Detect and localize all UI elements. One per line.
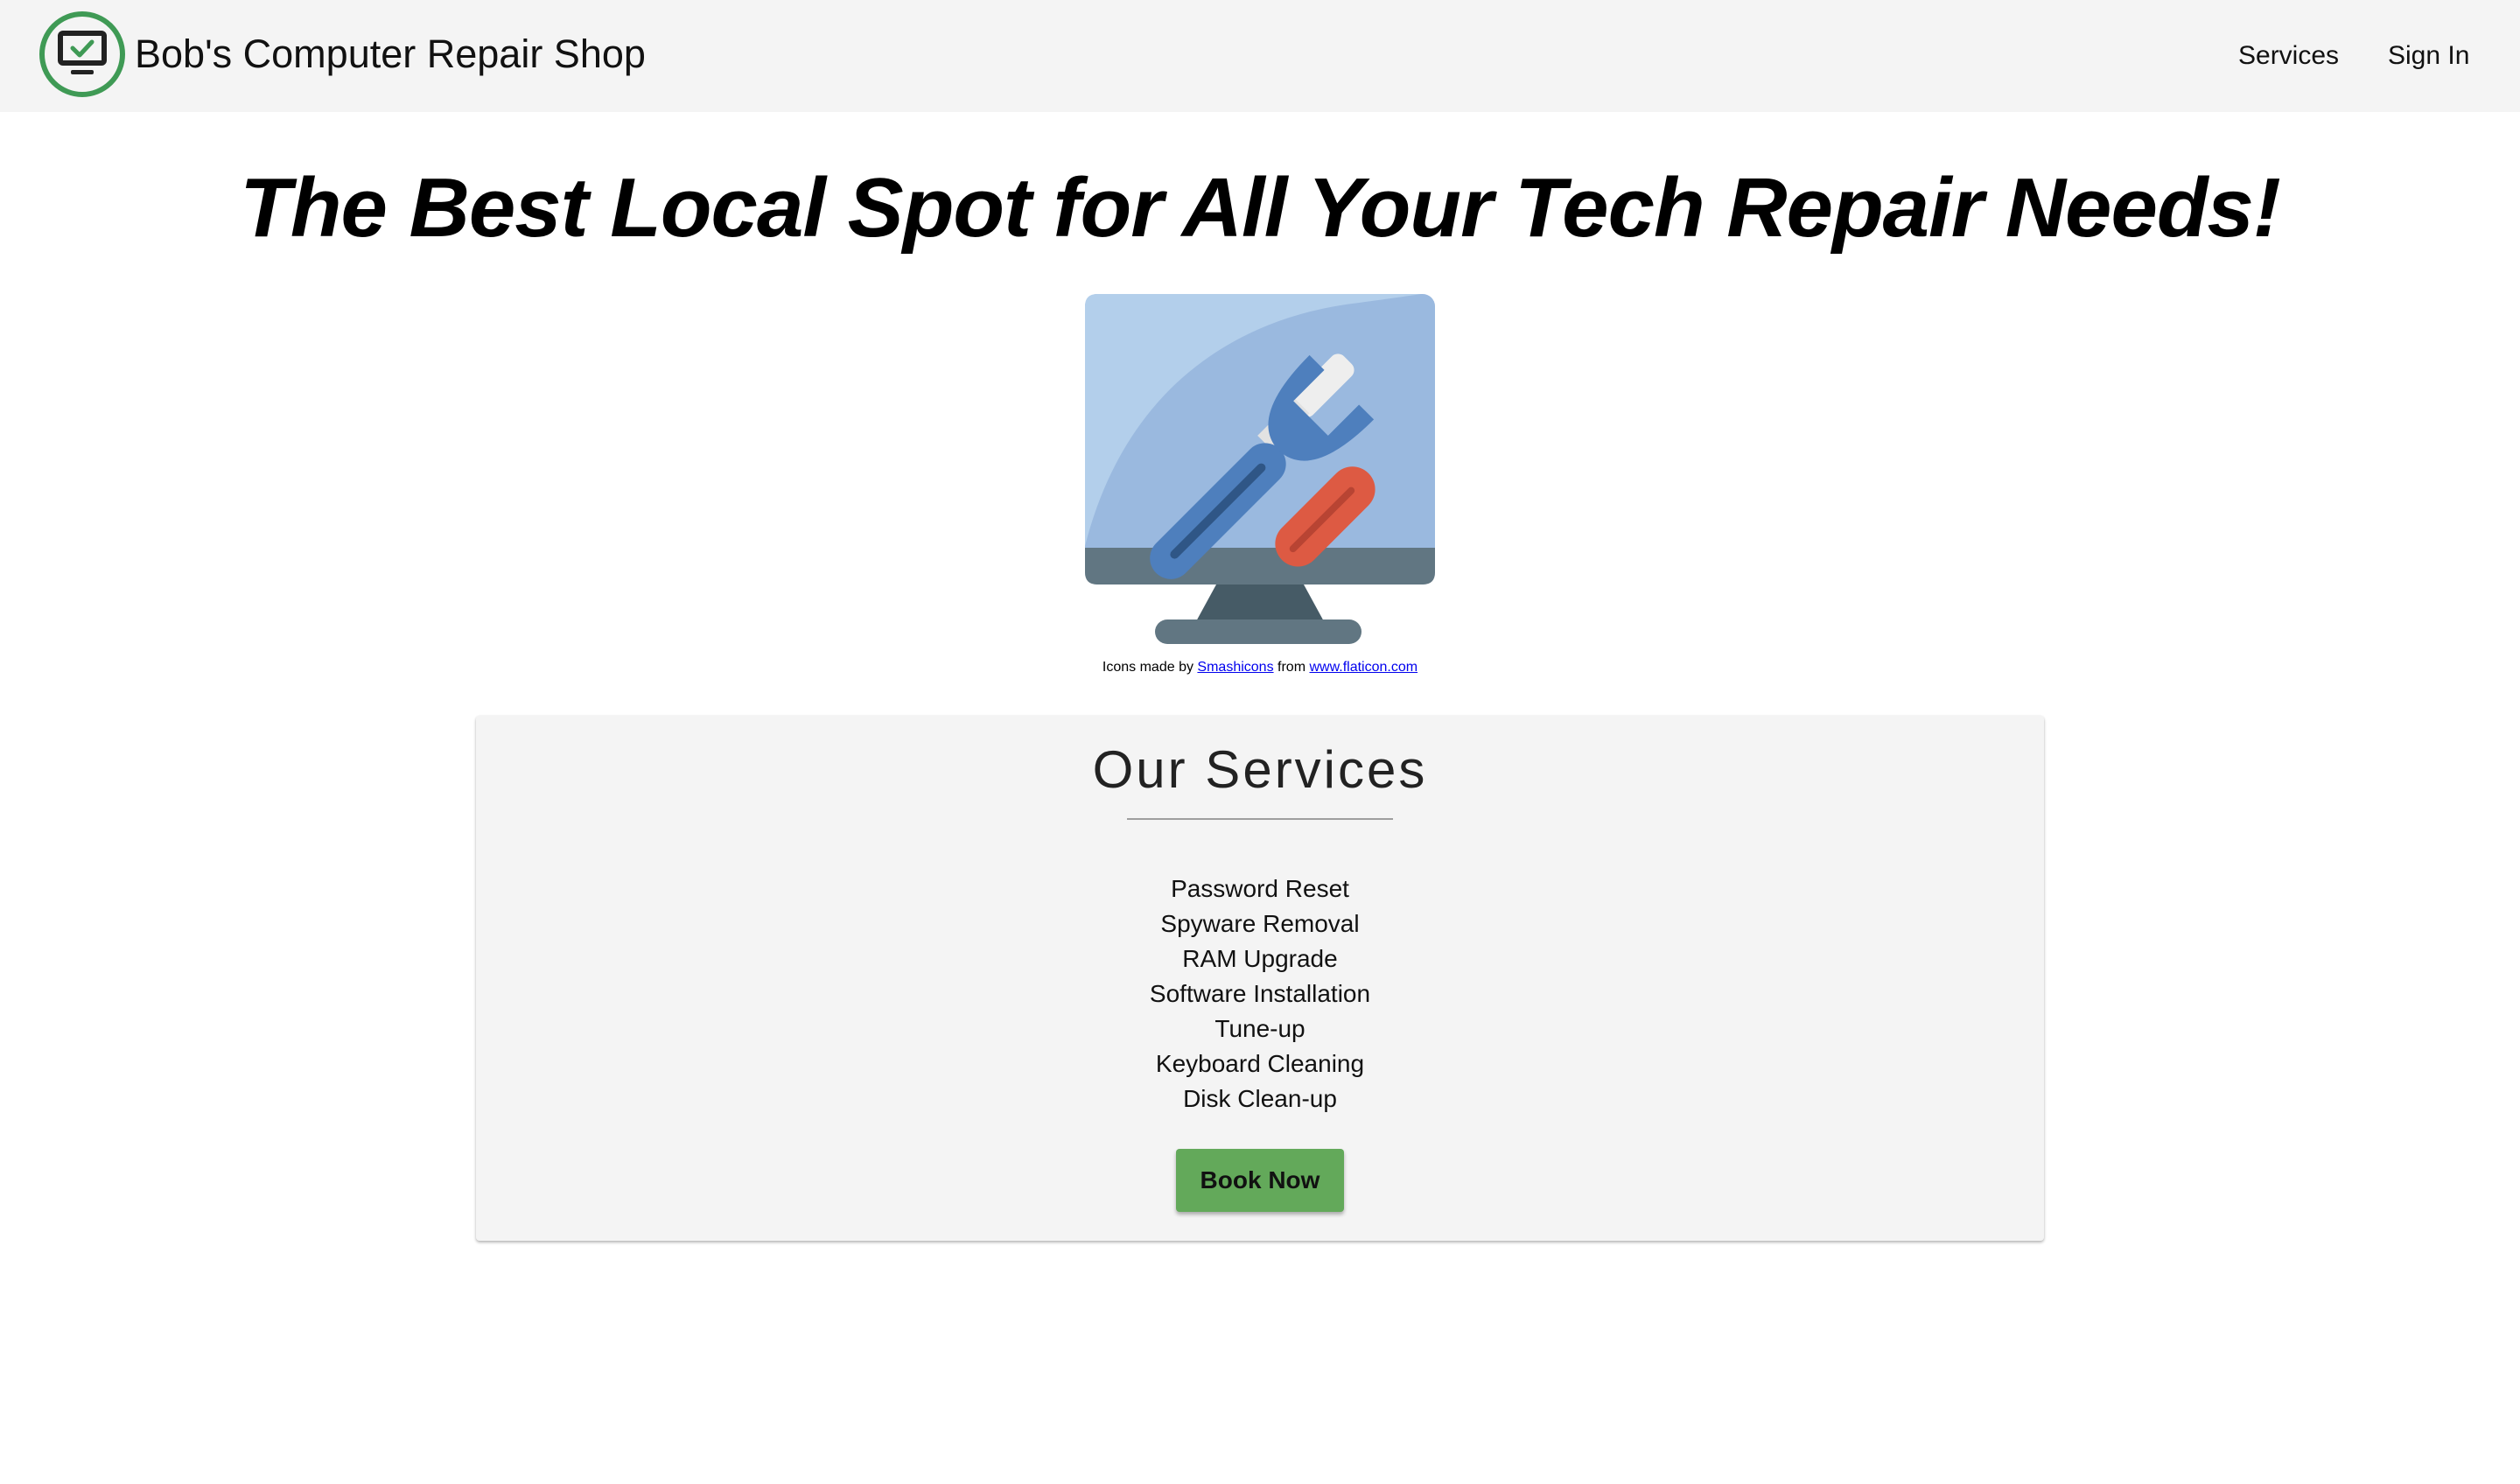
services-heading: Our Services — [1092, 740, 1428, 799]
list-item: Spyware Removal — [1160, 910, 1360, 937]
services-list: Password Reset Spyware Removal RAM Upgra… — [476, 872, 2044, 1116]
flaticon-link[interactable]: www.flaticon.com — [1309, 660, 1418, 675]
hero-heading: The Best Local Spot for All Your Tech Re… — [240, 161, 2281, 255]
credit-prefix: Icons made by — [1102, 660, 1194, 675]
services-card: Our Services Password Reset Spyware Remo… — [476, 716, 2044, 1241]
list-item: Software Installation — [1149, 980, 1371, 1007]
nav-services-link[interactable]: Services — [2238, 38, 2339, 74]
list-item: RAM Upgrade — [1182, 945, 1338, 972]
site-header: Bob's Computer Repair Shop Services Sign… — [0, 0, 2520, 112]
monitor-tools-icon — [1085, 294, 1435, 644]
book-now-button[interactable]: Book Now — [1176, 1149, 1344, 1212]
list-item: Disk Clean-up — [1183, 1085, 1337, 1112]
list-item: Tune-up — [1214, 1015, 1306, 1042]
icon-credit: Icons made by Smashicons from www.flatic… — [0, 657, 2520, 678]
site-title[interactable]: Bob's Computer Repair Shop — [135, 30, 646, 79]
list-item: Password Reset — [1171, 875, 1349, 902]
smashicons-link[interactable]: Smashicons — [1197, 660, 1273, 675]
list-item: Keyboard Cleaning — [1155, 1050, 1365, 1077]
nav-signin-link[interactable]: Sign In — [2388, 38, 2469, 74]
services-divider — [1127, 818, 1393, 820]
credit-middle: from — [1278, 660, 1306, 675]
monitor-check-icon[interactable] — [38, 10, 126, 98]
